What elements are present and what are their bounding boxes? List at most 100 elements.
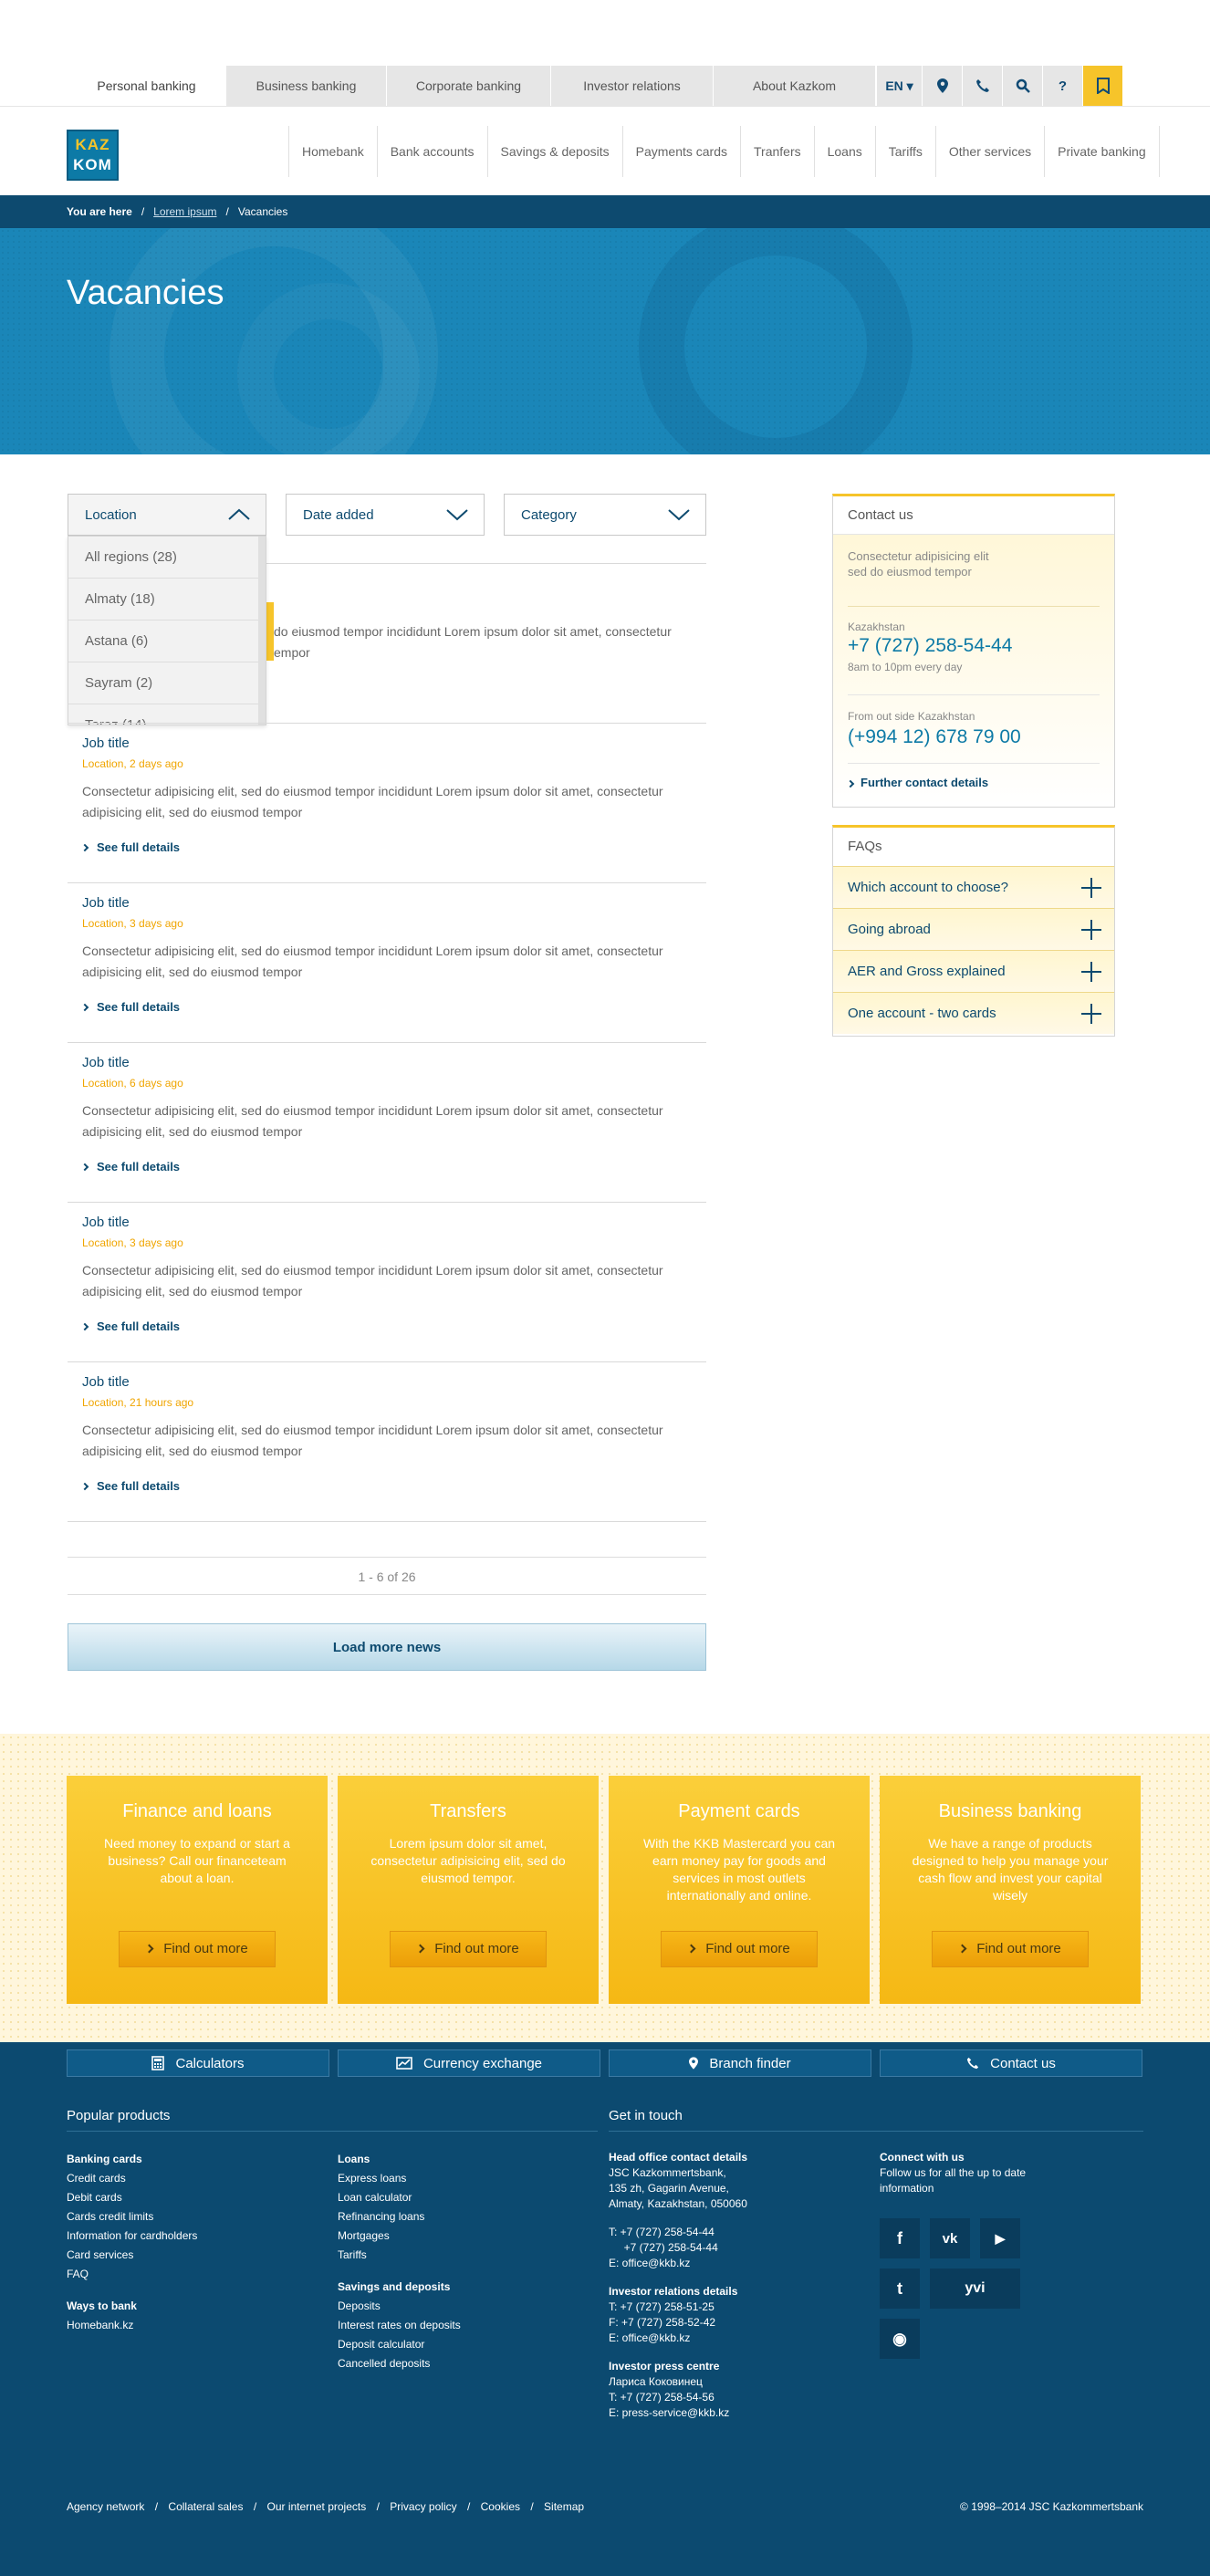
faq-box: FAQs Which account to choose? Going abro… <box>832 825 1115 1037</box>
location-option[interactable]: Astana (6) <box>68 621 266 662</box>
load-more-button[interactable]: Load more news <box>68 1623 706 1671</box>
footer-bottom-link[interactable]: Agency network <box>67 2500 144 2513</box>
footer-bottom-link[interactable]: Our internet projects <box>267 2500 367 2513</box>
footer-col-cards: Banking cards Credit cards Debit cards C… <box>67 2150 197 2335</box>
nav-other-services[interactable]: Other services <box>934 126 1044 177</box>
job-title[interactable]: Job title <box>82 1055 130 1070</box>
tab-investor-relations[interactable]: Investor relations <box>551 66 714 106</box>
nav-tariffs[interactable]: Tariffs <box>874 126 935 177</box>
find-out-more-button[interactable]: Find out more <box>661 1931 818 1967</box>
job-meta: Location, 21 hours ago <box>82 1396 194 1409</box>
location-icon[interactable] <box>922 66 962 106</box>
contact-us-link[interactable]: Contact us <box>880 2049 1142 2077</box>
footer-bottom-separator: / <box>253 2500 257 2513</box>
see-full-details-link[interactable]: See full details <box>80 1479 180 1493</box>
faq-item[interactable]: AER and Gross explained <box>833 950 1114 992</box>
bookmark-icon[interactable] <box>1082 66 1122 106</box>
further-contact-link[interactable]: Further contact details <box>846 776 988 789</box>
footer-link[interactable]: FAQ <box>67 2265 197 2284</box>
nav-bank-accounts[interactable]: Bank accounts <box>376 126 487 177</box>
nav-loans[interactable]: Loans <box>813 126 875 177</box>
help-icon[interactable]: ? <box>1042 66 1082 106</box>
footer-link[interactable]: Homebank.kz <box>67 2316 197 2335</box>
see-full-details-link[interactable]: See full details <box>80 1160 180 1173</box>
faq-item[interactable]: Which account to choose? <box>833 866 1114 908</box>
youtube-icon[interactable]: ▶ <box>980 2218 1020 2258</box>
nav-transfers[interactable]: Tranfers <box>740 126 814 177</box>
footer-link[interactable]: Credit cards <box>67 2169 197 2188</box>
job-title[interactable]: Job title <box>82 895 130 911</box>
footer-bottom-link[interactable]: Sitemap <box>544 2500 584 2513</box>
find-out-more-button[interactable]: Find out more <box>932 1931 1089 1967</box>
job-title[interactable]: Job title <box>82 735 130 751</box>
job-title[interactable]: Job title <box>82 1374 130 1390</box>
location-option[interactable]: All regions (28) <box>68 537 266 579</box>
footer-link[interactable]: Deposit calculator <box>338 2335 461 2354</box>
faq-item[interactable]: Going abroad <box>833 908 1114 950</box>
location-option[interactable]: Almaty (18) <box>68 579 266 621</box>
nav-payment-cards[interactable]: Payments cards <box>621 126 740 177</box>
footer-link[interactable]: Information for cardholders <box>67 2227 197 2246</box>
job-separator <box>68 882 706 883</box>
twitter-icon[interactable]: t <box>880 2268 920 2309</box>
tab-about-kazkom[interactable]: About Kazkom <box>714 66 876 106</box>
nav-savings-deposits[interactable]: Savings & deposits <box>486 126 622 177</box>
job-title[interactable]: Job title <box>82 1215 130 1230</box>
yvi-icon[interactable]: yvi <box>930 2268 1020 2309</box>
tab-business-banking[interactable]: Business banking <box>226 66 387 106</box>
branch-finder-link[interactable]: Branch finder <box>609 2049 871 2077</box>
facebook-icon[interactable]: f <box>880 2218 920 2258</box>
footer-col-title: Savings and deposits <box>338 2280 451 2293</box>
job-description: Consectetur adipisicing elit, sed do eiu… <box>82 1423 663 1458</box>
language-select[interactable]: EN ▾ <box>876 66 922 106</box>
date-filter[interactable]: Date added <box>286 494 485 536</box>
footer-link[interactable]: Debit cards <box>67 2188 197 2207</box>
nav-private-banking[interactable]: Private banking <box>1044 126 1160 177</box>
footer-link[interactable]: Refinancing loans <box>338 2207 461 2227</box>
footer-email[interactable]: E: office@kkb.kz <box>609 2331 747 2346</box>
currency-exchange-link[interactable]: Currency exchange <box>338 2049 600 2077</box>
footer-bottom-separator: / <box>466 2500 471 2513</box>
calculators-link[interactable]: Calculators <box>67 2049 329 2077</box>
tab-personal-banking[interactable]: Personal banking <box>68 66 226 106</box>
footer-link[interactable]: Interest rates on deposits <box>338 2316 461 2335</box>
footer-email[interactable]: E: office@kkb.kz <box>609 2256 747 2271</box>
instagram-icon[interactable]: ◉ <box>880 2319 920 2359</box>
get-in-touch-heading: Get in touch <box>609 2108 683 2123</box>
footer-link[interactable]: Cards credit limits <box>67 2207 197 2227</box>
location-filter[interactable]: Location <box>68 494 266 536</box>
footer-bottom-link[interactable]: Collateral sales <box>168 2500 243 2513</box>
category-filter[interactable]: Category <box>504 494 706 536</box>
search-icon[interactable] <box>1002 66 1042 106</box>
location-option[interactable]: Sayram (2) <box>68 662 266 704</box>
kazkom-logo[interactable]: KAZ KOM <box>67 130 119 181</box>
footer-link[interactable]: Loan calculator <box>338 2188 461 2207</box>
location-dropdown[interactable]: All regions (28) Almaty (18) Astana (6) … <box>68 536 266 725</box>
tab-corporate-banking[interactable]: Corporate banking <box>387 66 551 106</box>
phone-icon[interactable] <box>962 66 1002 106</box>
faq-item[interactable]: One account - two cards <box>833 992 1114 1034</box>
footer-bottom-link[interactable]: Privacy policy <box>390 2500 456 2513</box>
nav-homebank[interactable]: Homebank <box>288 126 377 177</box>
dropdown-scrollbar[interactable] <box>258 537 266 725</box>
footer-link[interactable]: Mortgages <box>338 2227 461 2246</box>
footer-link[interactable]: Card services <box>67 2246 197 2265</box>
footer-link[interactable]: Tariffs <box>338 2246 461 2265</box>
footer-link[interactable]: Cancelled deposits <box>338 2354 461 2373</box>
see-full-details-link[interactable]: See full details <box>80 840 180 854</box>
vk-icon[interactable]: vk <box>930 2218 970 2258</box>
find-out-more-button[interactable]: Find out more <box>390 1931 547 1967</box>
kazakhstan-phone[interactable]: +7 (727) 258-54-44 <box>833 635 1012 657</box>
abroad-phone[interactable]: (+994 12) 678 79 00 <box>833 726 1021 748</box>
promo-title: Business banking <box>938 1801 1082 1821</box>
top-tabs: Personal banking Business banking Corpor… <box>68 66 876 106</box>
footer-link[interactable]: Express loans <box>338 2169 461 2188</box>
footer-link[interactable]: Deposits <box>338 2297 461 2316</box>
see-full-details-link[interactable]: See full details <box>80 1000 180 1014</box>
see-full-details-link[interactable]: See full details <box>80 1319 180 1333</box>
footer-col-connect: Connect with us Follow us for all the up… <box>880 2150 1026 2196</box>
footer-bottom-link[interactable]: Cookies <box>481 2500 520 2513</box>
footer-email[interactable]: E: press-service@kkb.kz <box>609 2405 747 2421</box>
find-out-more-button[interactable]: Find out more <box>119 1931 276 1967</box>
breadcrumb-link[interactable]: Lorem ipsum <box>153 205 216 218</box>
